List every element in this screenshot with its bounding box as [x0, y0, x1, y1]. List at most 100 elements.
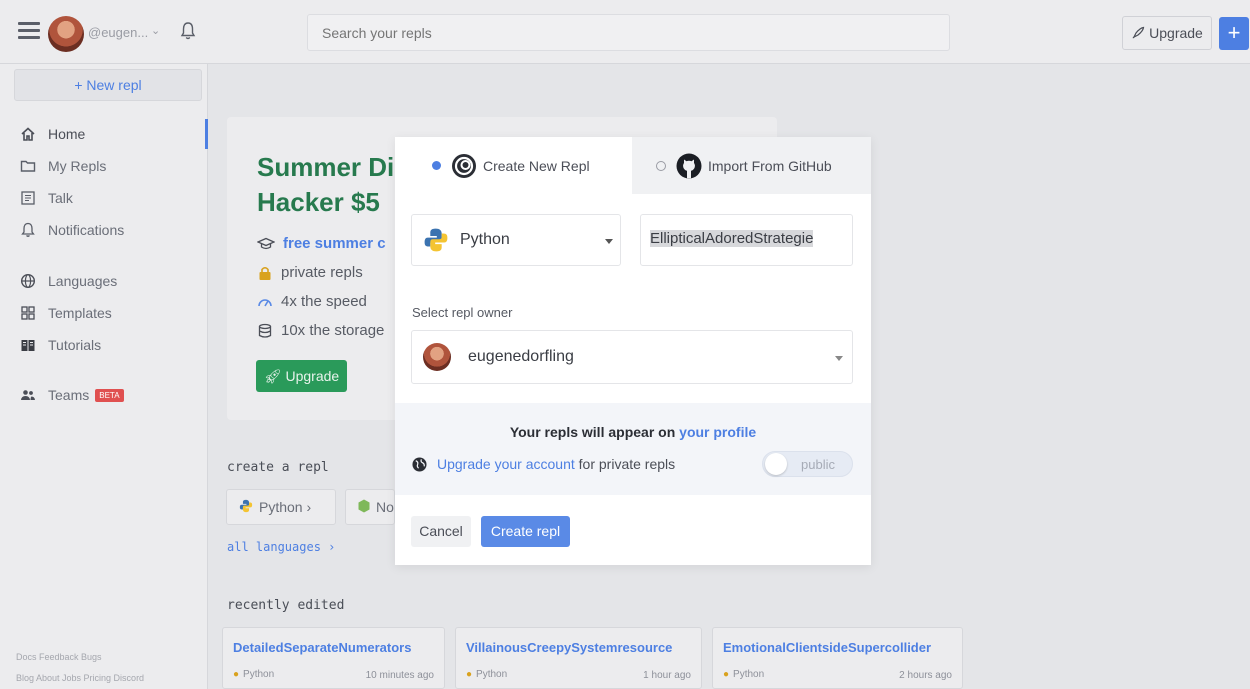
- recent-repl-card[interactable]: EmotionalClientsideSupercollider ● Python…: [712, 627, 963, 689]
- upgrade-account-link[interactable]: Upgrade your account: [437, 456, 575, 472]
- user-avatar[interactable]: [48, 16, 84, 52]
- promo-perk: 10x the storage: [257, 322, 384, 339]
- recently-edited-heading: recently edited: [227, 598, 345, 613]
- repl-language-label: Python: [476, 669, 508, 680]
- footer-links-row-2[interactable]: Blog About Jobs Pricing Discord: [16, 673, 144, 683]
- promo-perk: private repls: [257, 264, 363, 281]
- create-repl-heading: create a repl: [227, 460, 329, 475]
- hamburger-menu-icon[interactable]: [18, 22, 40, 40]
- private-repls-row: Upgrade your account for private repls: [412, 456, 675, 472]
- rocket-icon: 🚀︎: [263, 368, 282, 384]
- sidebar-item-talk[interactable]: Talk: [0, 183, 208, 213]
- repl-timestamp: 10 minutes ago: [365, 670, 434, 681]
- footer-links-row-1[interactable]: Docs Feedback Bugs: [16, 652, 102, 662]
- upgrade-button[interactable]: Upgrade: [1122, 16, 1212, 50]
- globe-icon: [412, 456, 427, 472]
- repl-title[interactable]: DetailedSeparateNumerators: [233, 640, 411, 655]
- repl-name-value: EllipticalAdoredStrategie: [650, 230, 814, 247]
- sidebar-item-my-repls[interactable]: My Repls: [0, 151, 208, 181]
- sidebar-item-label: Home: [48, 126, 86, 142]
- swirl-logo-icon: [452, 153, 476, 178]
- cancel-button[interactable]: Cancel: [411, 516, 471, 547]
- language-chip-python[interactable]: Python ›: [226, 489, 336, 525]
- sidebar-item-label: Notifications: [48, 222, 125, 238]
- sidebar-item-home[interactable]: Home: [0, 119, 208, 149]
- new-repl-button[interactable]: + New repl: [14, 69, 202, 101]
- tab-import-github[interactable]: Import From GitHub: [632, 137, 871, 194]
- perk-label: 10x the storage: [281, 322, 385, 339]
- recent-repl-card[interactable]: VillainousCreepySystemresource ● Python 1…: [455, 627, 702, 689]
- sidebar-item-label: Languages: [48, 273, 118, 289]
- promo-perk: 4x the speed: [257, 293, 367, 310]
- visibility-toggle[interactable]: public: [762, 451, 853, 477]
- python-logo-icon: [239, 499, 253, 516]
- sidebar-item-templates[interactable]: Templates: [0, 298, 208, 328]
- create-repl-button[interactable]: Create repl: [481, 516, 570, 547]
- sidebar-item-notifications[interactable]: Notifications: [0, 215, 208, 245]
- private-repls-text: for private repls: [574, 456, 676, 472]
- repl-title[interactable]: VillainousCreepySystemresource: [466, 640, 672, 655]
- radio-unselected[interactable]: [656, 160, 666, 171]
- tab-create-label: Create New Repl: [483, 157, 590, 174]
- github-icon: [676, 153, 702, 178]
- promo-title: Summer Di Hacker $5: [257, 150, 394, 220]
- create-repl-modal: Create New Repl Import From GitHub Pytho…: [395, 137, 871, 565]
- promo-perk: free summer c: [257, 235, 386, 252]
- owner-select[interactable]: eugenedorfling: [411, 330, 853, 384]
- python-logo-icon: ●: [233, 669, 240, 680]
- sidebar-item-label: Tutorials: [48, 337, 102, 353]
- chevron-down-icon[interactable]: ⌄: [151, 24, 160, 37]
- all-languages-link[interactable]: all languages ›: [227, 540, 335, 554]
- bell-icon: [20, 222, 36, 238]
- globe-icon: [20, 273, 36, 289]
- owner-name: eugenedorfling: [468, 348, 574, 365]
- database-icon: [258, 323, 272, 338]
- talk-icon: [20, 190, 36, 206]
- toggle-knob: [765, 453, 787, 475]
- perk-label: private repls: [281, 264, 363, 281]
- language-chip-node[interactable]: No: [345, 489, 395, 525]
- caret-down-icon: [605, 239, 613, 244]
- sidebar-item-label: Talk: [48, 190, 73, 206]
- repl-language: ● Python: [466, 669, 507, 680]
- profile-notice: Your repls will appear on your profile: [395, 424, 871, 440]
- sidebar-item-tutorials[interactable]: Tutorials: [0, 330, 208, 360]
- graduation-cap-icon: [257, 237, 275, 249]
- your-profile-link[interactable]: your profile: [679, 424, 756, 440]
- caret-down-icon: [835, 356, 843, 361]
- repl-timestamp: 1 hour ago: [643, 670, 691, 681]
- toggle-label: public: [801, 457, 835, 472]
- chip-label: No: [376, 499, 394, 515]
- tab-github-label: Import From GitHub: [708, 157, 832, 174]
- repl-timestamp: 2 hours ago: [899, 670, 952, 681]
- sidebar-item-teams[interactable]: Teams BETA: [0, 380, 208, 410]
- username-label[interactable]: @eugen...: [88, 25, 148, 40]
- recent-repl-card[interactable]: DetailedSeparateNumerators ● Python 10 mi…: [222, 627, 445, 689]
- tab-create-new-repl[interactable]: Create New Repl: [395, 137, 632, 194]
- radio-selected[interactable]: [432, 161, 441, 170]
- repl-name-input[interactable]: EllipticalAdoredStrategie: [640, 214, 853, 266]
- promo-upgrade-label: Upgrade: [285, 368, 340, 384]
- home-icon: [20, 126, 36, 142]
- language-select[interactable]: Python: [411, 214, 621, 266]
- new-repl-plus-button[interactable]: +: [1219, 17, 1249, 50]
- lock-icon: [259, 266, 271, 280]
- promo-upgrade-button[interactable]: 🚀︎ Upgrade: [256, 360, 347, 392]
- top-bar: @eugen... ⌄ Upgrade +: [0, 0, 1250, 64]
- folder-icon: [20, 158, 36, 174]
- chip-label: Python ›: [259, 499, 312, 515]
- python-logo-icon: [424, 228, 448, 252]
- rocket-icon: [1132, 26, 1145, 39]
- promo-title-line-1: Summer Di: [257, 152, 395, 182]
- repl-title[interactable]: EmotionalClientsideSupercollider: [723, 640, 931, 655]
- perk-label: 4x the speed: [281, 293, 367, 310]
- speedometer-icon: [258, 298, 272, 306]
- owner-avatar: [423, 343, 451, 371]
- search-input[interactable]: [307, 14, 950, 51]
- sidebar: + New repl Home My Repls Talk Notificati…: [0, 64, 208, 689]
- sidebar-item-languages[interactable]: Languages: [0, 266, 208, 296]
- repl-language-label: Python: [243, 669, 275, 680]
- bell-icon[interactable]: [180, 21, 196, 41]
- beta-badge: BETA: [95, 388, 124, 402]
- visibility-info-panel: Your repls will appear on your profile U…: [395, 403, 871, 495]
